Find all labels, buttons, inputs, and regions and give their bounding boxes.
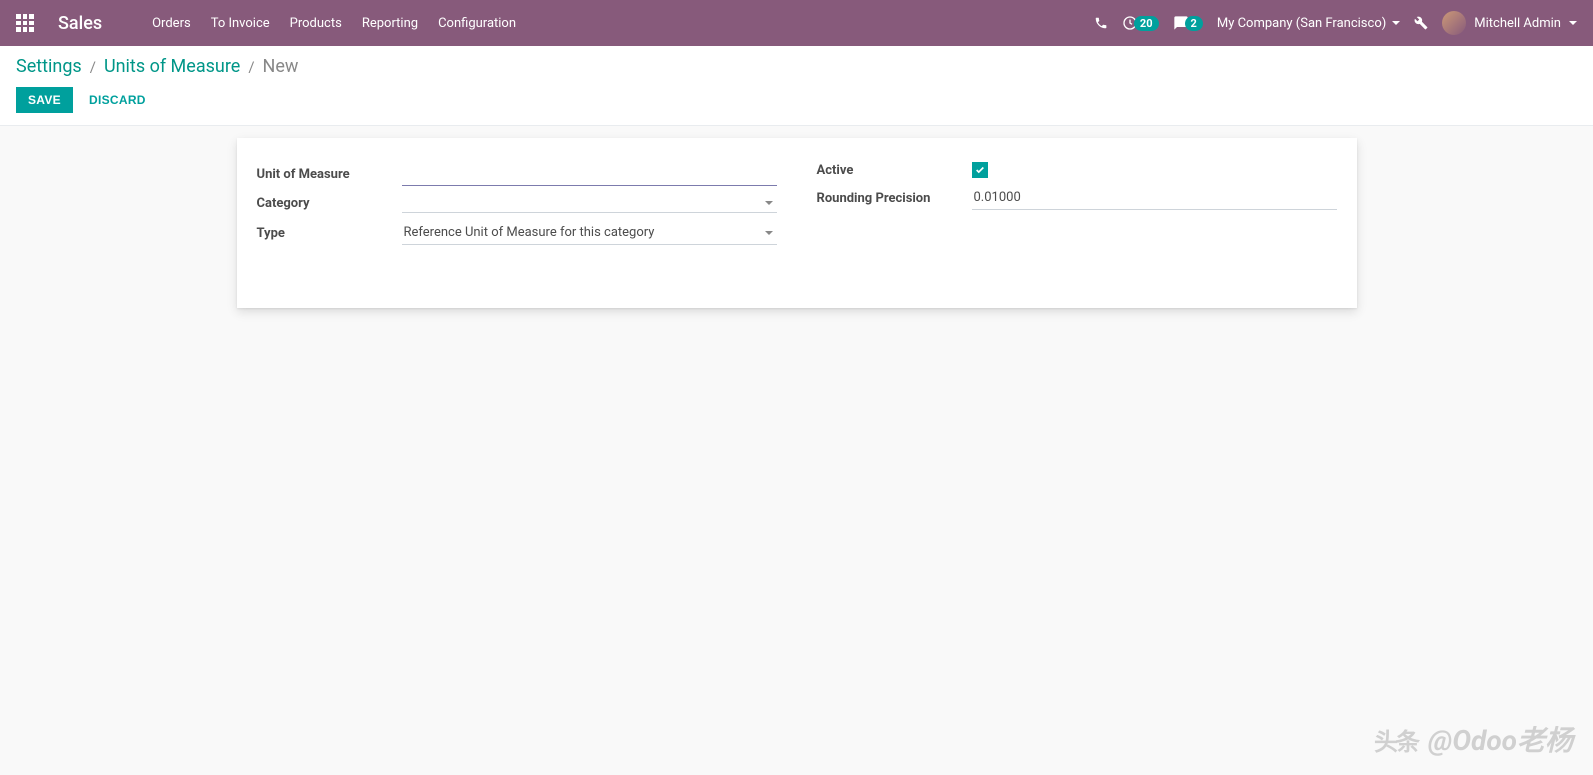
action-buttons: SAVE DISCARD	[16, 87, 1577, 113]
user-menu[interactable]: Mitchell Admin	[1442, 11, 1577, 35]
activities-badge: 20	[1134, 16, 1159, 31]
select-type-value: Reference Unit of Measure for this categ…	[402, 221, 777, 244]
messages-badge: 2	[1185, 16, 1203, 31]
menu-orders[interactable]: Orders	[142, 0, 201, 46]
company-switcher[interactable]: My Company (San Francisco)	[1217, 16, 1400, 31]
save-button[interactable]: SAVE	[16, 87, 73, 113]
navbar-right: 20 2 My Company (San Francisco) Mitchell…	[1094, 11, 1577, 35]
chevron-down-icon	[765, 201, 773, 205]
form-sheet: Unit of Measure Category Type	[237, 138, 1357, 308]
caret-down-icon	[1569, 21, 1577, 25]
avatar	[1442, 11, 1466, 35]
watermark-brand: 头条	[1374, 722, 1418, 757]
main-navbar: Sales Orders To Invoice Products Reporti…	[0, 0, 1593, 46]
watermark: 头条 @Odoo老杨	[1374, 719, 1573, 759]
select-category[interactable]	[402, 194, 777, 213]
app-title[interactable]: Sales	[58, 13, 102, 34]
menu-to-invoice[interactable]: To Invoice	[201, 0, 280, 46]
watermark-text: @Odoo老杨	[1428, 719, 1573, 759]
breadcrumb-separator: /	[248, 58, 254, 76]
menu-products[interactable]: Products	[280, 0, 352, 46]
breadcrumb: Settings / Units of Measure / New	[16, 56, 1577, 77]
label-type: Type	[257, 226, 402, 241]
label-active: Active	[817, 163, 972, 178]
chevron-down-icon	[765, 231, 773, 235]
company-name: My Company (San Francisco)	[1217, 16, 1386, 31]
menu-configuration[interactable]: Configuration	[428, 0, 526, 46]
label-unit-of-measure: Unit of Measure	[257, 167, 402, 182]
apps-icon[interactable]	[16, 14, 34, 32]
breadcrumb-current: New	[263, 56, 299, 77]
activities-icon[interactable]: 20	[1122, 15, 1159, 31]
checkbox-active[interactable]	[972, 162, 988, 178]
caret-down-icon	[1392, 21, 1400, 25]
form-area: Unit of Measure Category Type	[0, 126, 1593, 308]
form-right-column: Active Rounding Precision	[817, 162, 1337, 253]
control-panel: Settings / Units of Measure / New SAVE D…	[0, 46, 1593, 126]
debug-icon[interactable]	[1414, 16, 1428, 30]
label-category: Category	[257, 196, 402, 211]
messages-icon[interactable]: 2	[1173, 15, 1203, 31]
discard-button[interactable]: DISCARD	[77, 87, 158, 113]
select-type[interactable]: Reference Unit of Measure for this categ…	[402, 221, 777, 245]
menu-reporting[interactable]: Reporting	[352, 0, 428, 46]
nav-menu: Orders To Invoice Products Reporting Con…	[142, 0, 526, 46]
input-rounding-precision[interactable]	[972, 186, 1337, 210]
phone-icon[interactable]	[1094, 16, 1108, 30]
input-unit-of-measure[interactable]	[402, 162, 777, 186]
breadcrumb-separator: /	[90, 58, 96, 76]
user-name: Mitchell Admin	[1474, 16, 1561, 31]
breadcrumb-settings[interactable]: Settings	[16, 56, 82, 77]
label-rounding-precision: Rounding Precision	[817, 191, 972, 206]
form-left-column: Unit of Measure Category Type	[257, 162, 777, 253]
breadcrumb-units-of-measure[interactable]: Units of Measure	[104, 56, 240, 77]
select-category-value	[402, 194, 777, 212]
